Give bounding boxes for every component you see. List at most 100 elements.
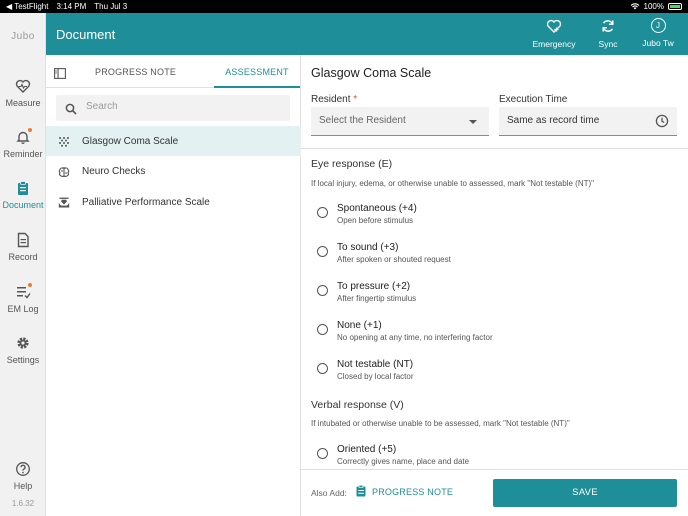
option-description: No opening at any time, no interfering f… (337, 333, 493, 342)
list-item-glasgow-coma-scale[interactable]: Glasgow Coma Scale (46, 126, 301, 156)
rail-item-measure[interactable]: Measure (0, 78, 46, 108)
eye-option-not-testable[interactable]: Not testable (NT) Closed by local factor (317, 359, 677, 391)
user-menu-button[interactable]: J Jubo Tw (636, 18, 680, 48)
radio-button[interactable] (317, 448, 328, 459)
option-label: None (+1) (337, 320, 382, 331)
eye-response-title: Eye response (E) (311, 158, 393, 170)
list-icon (15, 283, 32, 300)
eye-response-hint: If local injury, edema, or otherwise una… (311, 179, 594, 188)
document-list-panel: PROGRESS NOTE ASSESSMENT Glasgow Coma Sc… (46, 55, 301, 516)
list-item-label: Glasgow Coma Scale (82, 136, 179, 147)
tab-assessment[interactable]: ASSESSMENT (214, 67, 300, 77)
rail-item-record[interactable]: Record (0, 232, 46, 262)
notification-dot (28, 283, 32, 287)
user-name: Jubo Tw (642, 38, 674, 48)
rail-label-record: Record (8, 252, 38, 262)
option-description: After fingertip stimulus (337, 294, 417, 303)
bell-icon (15, 128, 32, 145)
status-time: 3:14 PM (56, 2, 87, 11)
nav-rail: Jubo Measure Reminder Document Record EM… (0, 13, 46, 516)
rail-label-help: Help (13, 481, 33, 491)
status-bar: ◀ TestFlight 3:14 PM Thu Jul 3 100% (0, 0, 688, 13)
execution-time-value: Same as record time (507, 115, 600, 126)
assessment-form: Glasgow Coma Scale Resident * Select the… (301, 55, 688, 516)
rail-item-help[interactable]: Help (0, 461, 46, 491)
eye-option-to-pressure[interactable]: To pressure (+2) After fingertip stimulu… (317, 281, 677, 313)
search-box (56, 95, 290, 121)
divider (301, 148, 688, 149)
brain-icon (58, 165, 70, 183)
eye-option-spontaneous[interactable]: Spontaneous (+4) Open before stimulus (317, 203, 677, 235)
verbal-response-hint: If intubated or otherwise unable to be a… (311, 419, 570, 428)
add-progress-note-label: PROGRESS NOTE (372, 487, 454, 497)
list-item-neuro-checks[interactable]: Neuro Checks (46, 156, 301, 186)
rail-item-reminder[interactable]: Reminder (0, 128, 46, 159)
back-to-testflight[interactable]: ◀ TestFlight (6, 2, 48, 11)
gear-icon (15, 335, 31, 351)
battery-icon (668, 3, 682, 10)
help-icon (15, 461, 31, 477)
form-title: Glasgow Coma Scale (311, 66, 432, 80)
eye-option-to-sound[interactable]: To sound (+3) After spoken or shouted re… (317, 242, 677, 274)
battery-percent: 100% (643, 2, 664, 11)
required-mark: * (353, 94, 358, 105)
option-label: To pressure (+2) (337, 281, 411, 292)
form-footer: Also Add: PROGRESS NOTE SAVE (301, 469, 688, 516)
option-label: Oriented (+5) (337, 444, 397, 455)
radio-button[interactable] (317, 246, 328, 257)
tab-progress-note[interactable]: PROGRESS NOTE (95, 67, 176, 77)
radio-button[interactable] (317, 324, 328, 335)
rail-item-settings[interactable]: Settings (0, 335, 46, 365)
execution-time-field[interactable]: Same as record time (499, 107, 677, 136)
dotted-brain-icon (58, 135, 70, 153)
rail-label-settings: Settings (6, 355, 40, 365)
list-item-label: Palliative Performance Scale (82, 197, 210, 208)
heart-hands-icon (58, 196, 70, 214)
option-description: Correctly gives name, place and date (337, 457, 470, 466)
document-icon (15, 232, 31, 248)
execution-time-label: Execution Time (499, 94, 568, 105)
emergency-button[interactable]: Emergency (528, 18, 580, 49)
sync-icon (600, 18, 616, 34)
caret-down-icon (469, 120, 477, 124)
active-tab-indicator (214, 86, 300, 88)
rail-label-measure: Measure (5, 98, 41, 108)
add-progress-note-button[interactable]: PROGRESS NOTE (356, 484, 454, 499)
app-logo: Jubo (11, 31, 35, 42)
search-icon (65, 102, 77, 120)
list-item-palliative-performance-scale[interactable]: Palliative Performance Scale (46, 187, 301, 217)
radio-button[interactable] (317, 207, 328, 218)
emergency-heart-icon (546, 18, 562, 34)
resident-select-value: Select the Resident (319, 115, 406, 126)
sidebar-toggle-icon[interactable] (54, 66, 66, 79)
also-add-label: Also Add: (311, 488, 347, 498)
option-label: Not testable (NT) (337, 359, 414, 370)
eye-option-none[interactable]: None (+1) No opening at any time, no int… (317, 320, 677, 352)
clock-icon (655, 114, 669, 131)
option-description: Closed by local factor (337, 372, 414, 381)
sync-button[interactable]: Sync (594, 18, 622, 49)
search-input[interactable] (86, 101, 276, 112)
option-description: After spoken or shouted request (337, 255, 451, 264)
radio-button[interactable] (317, 285, 328, 296)
rail-item-document[interactable]: Document (0, 180, 46, 210)
page-title: Document (56, 27, 116, 42)
heart-monitor-icon (15, 78, 31, 94)
emergency-label: Emergency (532, 39, 576, 49)
rail-label-em-log: EM Log (7, 304, 39, 314)
app-version: 1.6.32 (11, 499, 35, 508)
document-tabs: PROGRESS NOTE ASSESSMENT (46, 55, 301, 88)
option-description: Open before stimulus (337, 216, 414, 225)
rail-label-reminder: Reminder (3, 149, 43, 159)
save-button[interactable]: SAVE (493, 479, 677, 507)
option-label: To sound (+3) (337, 242, 399, 253)
sync-label: Sync (598, 39, 618, 49)
clipboard-icon (356, 484, 366, 499)
resident-label: Resident * (311, 94, 357, 105)
status-date: Thu Jul 3 (94, 2, 128, 11)
rail-item-em-log[interactable]: EM Log (0, 283, 46, 314)
radio-button[interactable] (317, 363, 328, 374)
avatar: J (650, 18, 666, 33)
app-header: Document Emergency Sync J Jubo Tw (46, 13, 688, 55)
resident-select[interactable]: Select the Resident (311, 107, 489, 136)
